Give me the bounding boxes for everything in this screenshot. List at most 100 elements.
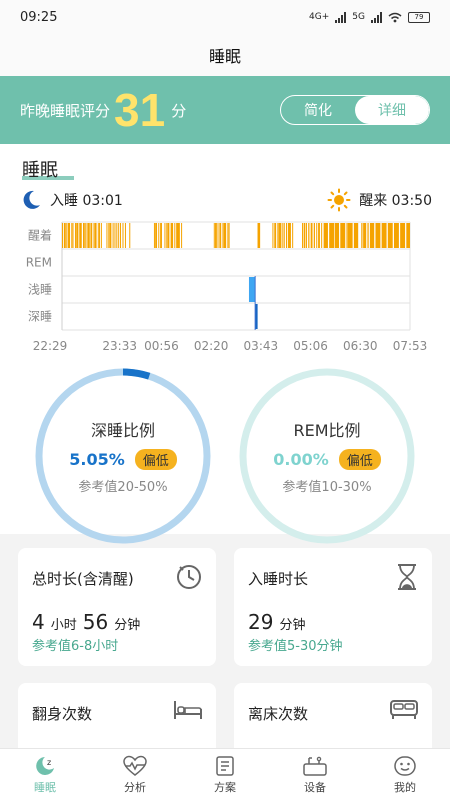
network-4g-label: 4G+	[309, 12, 330, 22]
awake-bar	[114, 223, 116, 248]
nav-sleep[interactable]: z 睡眠	[0, 749, 90, 800]
x-tick-label: 00:56	[144, 339, 179, 353]
awake-bar	[347, 223, 353, 248]
awake-bar	[72, 223, 74, 248]
awake-bar	[303, 223, 306, 248]
awake-bar	[129, 223, 131, 248]
section-title: 睡眠	[22, 160, 58, 181]
total-duration-value: 4 小时 56 分钟	[32, 610, 140, 634]
page-title-bar: 睡眠	[0, 34, 450, 76]
sleep-onset-value: 29 分钟	[248, 610, 305, 634]
deep-ratio-value: 5.05%	[69, 450, 125, 469]
awake-bar	[181, 223, 183, 248]
page-title: 睡眠	[208, 47, 241, 66]
status-time: 09:25	[20, 9, 58, 25]
awake-bar	[166, 223, 168, 248]
awake-bar	[155, 223, 158, 248]
awake-bar	[90, 223, 93, 248]
awake-bar	[120, 223, 122, 248]
awake-bar	[292, 223, 294, 248]
awake-bar	[316, 223, 318, 248]
sleep-times-row: 入睡 03:01 醒来 03:50	[20, 188, 432, 212]
awake-bar	[85, 223, 87, 248]
awake-bar	[387, 223, 393, 248]
awake-bar	[106, 223, 108, 248]
x-tick-label: 23:33	[102, 339, 137, 353]
onset-unit: 分钟	[279, 618, 306, 633]
rem-ratio-badge: 偏低	[338, 449, 381, 470]
stage-label: 醒着	[28, 228, 52, 243]
nav-analysis[interactable]: 分析	[90, 749, 180, 800]
toggle-simple[interactable]: 简化	[281, 96, 355, 124]
awake-bar	[329, 223, 335, 248]
awake-bar	[285, 223, 287, 248]
stage-segment	[257, 223, 261, 248]
awake-bar	[217, 223, 219, 248]
rem-ratio-title: REM比例	[293, 421, 361, 440]
awake-bar	[109, 223, 112, 248]
awake-bar	[393, 223, 399, 248]
awake-bar	[313, 223, 315, 248]
onset-minutes: 29	[248, 610, 274, 634]
bed-icon	[174, 701, 202, 719]
awake-bar	[62, 223, 64, 248]
awake-bar	[302, 223, 304, 248]
nav-device[interactable]: 设备	[270, 749, 360, 800]
awake-bar	[67, 223, 71, 248]
nav-mine-label: 我的	[394, 780, 416, 794]
x-tick-label: 03:43	[244, 339, 279, 353]
awake-bar	[116, 223, 118, 248]
awake-bar	[308, 223, 310, 248]
score-label: 昨晚睡眠评分	[20, 101, 111, 120]
heartbeat-icon	[123, 755, 147, 776]
awake-bar	[176, 223, 180, 248]
awake-bar	[228, 223, 230, 248]
deep-ratio-ref: 参考值20-50%	[78, 480, 168, 495]
device-icon	[303, 756, 327, 776]
awake-bar	[158, 223, 160, 248]
awake-bar	[227, 223, 229, 248]
nav-analysis-label: 分析	[124, 780, 146, 794]
awake-bar	[160, 223, 162, 248]
signal-icon-2	[371, 11, 382, 23]
minutes-unit: 分钟	[114, 618, 141, 633]
awake-bar	[76, 223, 79, 248]
awake-bar	[94, 223, 97, 248]
awake-bar	[65, 223, 67, 248]
awake-bar	[277, 223, 279, 248]
wake-up-text: 醒来 03:50	[359, 193, 432, 209]
awake-bar	[84, 223, 86, 248]
empty-bed-icon	[390, 700, 418, 719]
sleep-onset-title: 入睡时长	[248, 570, 309, 588]
awake-bar	[122, 223, 124, 248]
moon-icon	[23, 190, 40, 209]
total-duration-card[interactable]: 总时长(含清醒) 4 小时 56 分钟 参考值6-8小时	[18, 548, 216, 666]
awake-bar	[74, 223, 76, 248]
awake-bar	[215, 223, 217, 248]
awake-bar	[223, 223, 227, 248]
total-minutes: 56	[82, 610, 109, 634]
awake-bar	[99, 223, 101, 248]
wake-up: 醒来 03:50	[327, 188, 432, 212]
awake-bar	[71, 223, 73, 248]
awake-bar	[87, 223, 90, 248]
awake-bar	[124, 223, 126, 248]
x-tick-label: 22:29	[33, 339, 68, 353]
deep-sleep-ring: 深睡比例 5.05% 偏低 参考值20-50%	[33, 366, 213, 546]
score-unit: 分	[171, 101, 187, 120]
leave-bed-title: 离床次数	[248, 705, 309, 723]
toggle-detail[interactable]: 详细	[355, 96, 429, 124]
fall-asleep-text: 入睡 03:01	[50, 193, 123, 209]
awake-bar	[321, 223, 323, 248]
nav-plan[interactable]: 方案	[180, 749, 270, 800]
awake-bar	[310, 223, 313, 248]
awake-bar	[274, 223, 277, 248]
awake-bar	[381, 223, 387, 248]
x-tick-label: 05:06	[293, 339, 328, 353]
face-icon	[394, 755, 416, 776]
awake-bar	[108, 223, 110, 248]
awake-bar	[400, 223, 406, 248]
nav-mine[interactable]: 我的	[360, 749, 450, 800]
sleep-onset-card[interactable]: 入睡时长 29 分钟 参考值5-30分钟	[234, 548, 432, 666]
nav-sleep-label: 睡眠	[34, 780, 56, 794]
